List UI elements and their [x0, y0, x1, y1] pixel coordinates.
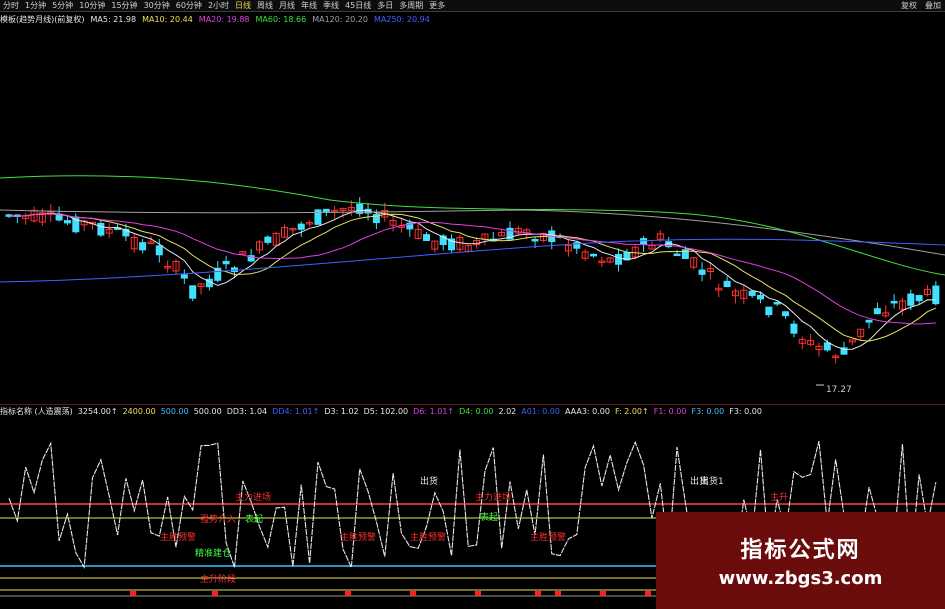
- candle-body: [698, 269, 706, 275]
- candle-body: [773, 301, 781, 305]
- pane-divider[interactable]: [0, 404, 945, 405]
- candle-body: [180, 274, 188, 279]
- candle-body: [748, 290, 756, 296]
- signal-label: 主力进场: [475, 491, 511, 503]
- indicator-value: D6: 1.01↑: [413, 406, 455, 416]
- signal-marker: [130, 591, 136, 596]
- indicator-value: D3: 1.02: [324, 406, 359, 416]
- watermark-title: 指标公式网: [740, 538, 861, 563]
- candle-body: [322, 208, 330, 212]
- candle-body: [765, 306, 773, 316]
- signal-label: 主胜预警: [160, 531, 196, 543]
- candle-body: [264, 236, 272, 243]
- indicator-value: A01: 0.00: [521, 406, 560, 416]
- signal-marker: [410, 591, 416, 596]
- candle-body: [907, 293, 915, 306]
- signal-marker: [212, 591, 218, 596]
- indicator-value: 500.00: [193, 406, 222, 416]
- candle-body: [155, 245, 163, 256]
- sub-indicator-line: 指标名称 (人造震荡) 3254.00↑ 2400.00 500.00 500.00 D…: [0, 406, 945, 416]
- sub-indicator-title: 指标名称 (人造震荡): [0, 406, 73, 416]
- signal-marker: [535, 591, 541, 596]
- candle-body: [139, 242, 147, 251]
- indicator-value: 2400.00: [122, 406, 156, 416]
- candle-body: [97, 222, 105, 236]
- signal-label: 出货1: [700, 475, 724, 487]
- signal-marker: [345, 591, 351, 596]
- indicator-value: D5: 102.00: [363, 406, 409, 416]
- candle-body: [640, 238, 648, 245]
- indicator-value: AAA3: 0.00: [564, 406, 610, 416]
- indicator-value: 500.00: [160, 406, 189, 416]
- candle-body: [531, 238, 539, 242]
- indicator-value: 2.02: [498, 406, 517, 416]
- signal-label: 主升阶段: [200, 573, 236, 585]
- signal-label: 强势介入: [200, 513, 236, 525]
- watermark-url: www.zbgs3.com: [718, 568, 883, 589]
- indicator-value: DD4: 1.01↑: [272, 406, 320, 416]
- candle-body: [890, 300, 898, 304]
- low-price-label: 17.27: [826, 385, 852, 395]
- candle-body: [673, 253, 681, 257]
- watermark-logo: 指标公式网 www.zbgs3.com: [656, 512, 945, 609]
- candle-body: [297, 223, 305, 230]
- indicator-value: F: 2.00↑: [614, 406, 649, 416]
- indicator-value: 3254.00↑: [77, 406, 118, 416]
- candle-body: [790, 323, 798, 334]
- signal-label: 主升: [770, 491, 788, 503]
- candle-body: [189, 285, 197, 299]
- candle-body: [915, 295, 923, 302]
- signal-label: 主胜预警: [340, 531, 376, 543]
- signal-label: 出货: [420, 475, 438, 487]
- signal-label: 表起: [245, 513, 263, 525]
- signal-marker: [600, 591, 606, 596]
- candle-body: [823, 342, 831, 351]
- indicator-value: DD3: 1.04: [226, 406, 268, 416]
- candle-body: [873, 308, 881, 315]
- indicator-value: F1: 0.00: [653, 406, 687, 416]
- ma10-line: [9, 213, 937, 342]
- candle-body: [615, 253, 623, 265]
- candle-body: [782, 311, 790, 317]
- indicator-value: D4: 0.00: [459, 406, 494, 416]
- signal-marker: [475, 591, 481, 596]
- indicator-value: F3: 0.00: [729, 406, 762, 416]
- signal-marker: [555, 591, 561, 596]
- signal-label: 表起: [480, 511, 498, 523]
- candle-body: [222, 260, 230, 265]
- candle-body: [423, 234, 430, 241]
- candle-body: [865, 319, 873, 323]
- signal-label: 精准建仓: [195, 547, 231, 559]
- signal-marker: [645, 591, 651, 596]
- candle-body: [932, 285, 940, 305]
- ma20-line: [9, 213, 936, 325]
- signal-label: 主胜预警: [410, 531, 446, 543]
- signal-label: 主力进场: [235, 491, 271, 503]
- candle-body: [723, 280, 731, 288]
- indicator-value: F3: 0.00: [691, 406, 725, 416]
- candle-body: [757, 294, 764, 300]
- candle-body: [590, 253, 597, 257]
- candle-body: [63, 220, 71, 224]
- signal-label: 主胜预警: [530, 531, 566, 543]
